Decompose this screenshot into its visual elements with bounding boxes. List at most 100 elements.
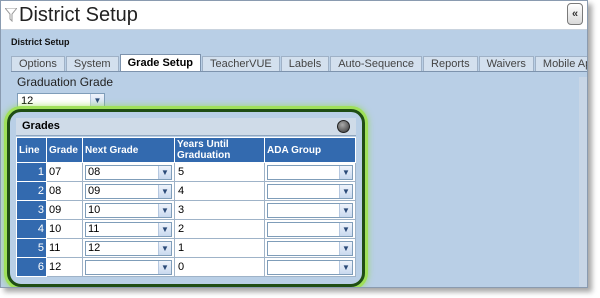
next-grade-cell: ▼ bbox=[82, 257, 175, 277]
grades-title: Grades bbox=[22, 120, 60, 132]
grades-table: Line Grade Next Grade Years Until Gradua… bbox=[16, 137, 356, 277]
next-grade-select[interactable]: 10 ▼ bbox=[85, 203, 172, 218]
scrollbar-track[interactable] bbox=[579, 77, 587, 287]
chevron-down-icon[interactable]: ▼ bbox=[158, 223, 171, 236]
line-number: 4 bbox=[16, 219, 47, 239]
column-header-line: Line bbox=[16, 137, 47, 163]
next-grade-select[interactable]: ▼ bbox=[85, 260, 172, 275]
line-number: 1 bbox=[16, 162, 47, 182]
table-row: 6 12 ▼ 0 ▼ bbox=[16, 257, 356, 277]
line-number: 2 bbox=[16, 181, 47, 201]
column-header-years-until-graduation: Years Until Graduation bbox=[174, 137, 265, 163]
graduation-grade-value: 12 bbox=[21, 95, 34, 107]
chevron-down-icon[interactable]: ▼ bbox=[158, 185, 171, 198]
chevron-down-icon[interactable]: ▼ bbox=[158, 166, 171, 179]
years-cell: 4 bbox=[174, 181, 265, 201]
graduation-grade-label: Graduation Grade bbox=[17, 75, 114, 89]
table-header-row: Line Grade Next Grade Years Until Gradua… bbox=[16, 137, 356, 163]
ada-group-select[interactable]: ▼ bbox=[267, 222, 353, 237]
tab-mobile-apps[interactable]: Mobile Apps bbox=[534, 56, 587, 72]
years-cell: 2 bbox=[174, 219, 265, 239]
grade-cell: 12 bbox=[46, 257, 83, 277]
district-setup-window: District Setup « District Setup Options … bbox=[0, 0, 588, 288]
tab-options[interactable]: Options bbox=[11, 56, 65, 72]
section-subtitle: District Setup bbox=[11, 37, 70, 47]
column-header-grade: Grade bbox=[46, 137, 83, 163]
chevron-down-icon[interactable]: ▼ bbox=[339, 223, 352, 236]
years-cell: 1 bbox=[174, 238, 265, 258]
filter-icon[interactable] bbox=[5, 8, 17, 22]
next-grade-cell: 12 ▼ bbox=[82, 238, 175, 258]
line-number: 3 bbox=[16, 200, 47, 220]
chevron-down-icon[interactable]: ▼ bbox=[158, 242, 171, 255]
tab-teachervue[interactable]: TeacherVUE bbox=[202, 56, 280, 72]
next-grade-cell: 10 ▼ bbox=[82, 200, 175, 220]
tab-labels[interactable]: Labels bbox=[280, 56, 330, 72]
next-grade-value: 08 bbox=[88, 166, 101, 178]
ada-group-select[interactable]: ▼ bbox=[267, 241, 353, 256]
next-grade-select[interactable]: 11 ▼ bbox=[85, 222, 172, 237]
tab-system[interactable]: System bbox=[65, 56, 119, 72]
chevron-down-icon[interactable]: ▼ bbox=[339, 242, 352, 255]
ada-group-cell: ▼ bbox=[264, 257, 356, 277]
collapse-circle-icon[interactable] bbox=[337, 120, 350, 133]
tab-reports[interactable]: Reports bbox=[423, 56, 478, 72]
line-number: 6 bbox=[16, 257, 47, 277]
years-until-graduation-input[interactable]: 3 bbox=[176, 201, 263, 219]
grades-panel-header: Grades bbox=[16, 118, 356, 136]
years-cell: 3 bbox=[174, 200, 265, 220]
table-row: 3 09 10 ▼ 3 ▼ bbox=[16, 200, 356, 220]
grades-panel: Grades Line Grade Next Grade Years Until… bbox=[7, 109, 365, 287]
column-header-ada-group: ADA Group bbox=[264, 137, 356, 163]
table-row: 2 08 09 ▼ 4 ▼ bbox=[16, 181, 356, 201]
tab-grade-setup[interactable]: Grade Setup bbox=[119, 54, 202, 72]
graduation-grade-select[interactable]: 12 ▼ bbox=[17, 93, 105, 109]
ada-group-select[interactable]: ▼ bbox=[267, 260, 353, 275]
chevron-down-icon[interactable]: ▼ bbox=[158, 261, 171, 274]
ada-group-cell: ▼ bbox=[264, 219, 356, 239]
grade-cell: 07 bbox=[46, 162, 83, 182]
years-until-graduation-input[interactable]: 2 bbox=[176, 220, 263, 238]
tab-bar: Options System Grade Setup TeacherVUE La… bbox=[11, 54, 587, 72]
next-grade-select[interactable]: 09 ▼ bbox=[85, 184, 172, 199]
next-grade-cell: 09 ▼ bbox=[82, 181, 175, 201]
chevron-down-icon[interactable]: ▼ bbox=[90, 94, 104, 108]
table-row: 5 11 12 ▼ 1 ▼ bbox=[16, 238, 356, 258]
next-grade-value: 09 bbox=[88, 185, 101, 197]
title-bar: District Setup « bbox=[1, 1, 587, 30]
grade-cell: 09 bbox=[46, 200, 83, 220]
chevron-down-icon[interactable]: ▼ bbox=[339, 166, 352, 179]
ada-group-cell: ▼ bbox=[264, 200, 356, 220]
chevron-down-icon[interactable]: ▼ bbox=[339, 185, 352, 198]
ada-group-select[interactable]: ▼ bbox=[267, 184, 353, 199]
ada-group-cell: ▼ bbox=[264, 181, 356, 201]
tab-divider bbox=[11, 71, 587, 72]
table-row: 1 07 08 ▼ 5 ▼ bbox=[16, 162, 356, 182]
next-grade-value: 11 bbox=[88, 223, 100, 235]
ada-group-cell: ▼ bbox=[264, 238, 356, 258]
next-grade-select[interactable]: 08 ▼ bbox=[85, 165, 172, 180]
grade-cell: 10 bbox=[46, 219, 83, 239]
line-number: 5 bbox=[16, 238, 47, 258]
ada-group-cell: ▼ bbox=[264, 162, 356, 182]
tab-waivers[interactable]: Waivers bbox=[478, 56, 534, 72]
ada-group-select[interactable]: ▼ bbox=[267, 203, 353, 218]
grade-cell: 08 bbox=[46, 181, 83, 201]
page-title: District Setup bbox=[19, 4, 138, 26]
next-grade-value: 10 bbox=[88, 204, 101, 216]
grade-cell: 11 bbox=[46, 238, 83, 258]
ada-group-select[interactable]: ▼ bbox=[267, 165, 353, 180]
next-grade-cell: 11 ▼ bbox=[82, 219, 175, 239]
years-cell: 5 bbox=[174, 162, 265, 182]
chevron-down-icon[interactable]: ▼ bbox=[339, 204, 352, 217]
years-until-graduation-input[interactable]: 5 bbox=[176, 163, 263, 181]
years-until-graduation-input[interactable]: 1 bbox=[176, 239, 263, 257]
years-until-graduation-input[interactable]: 0 bbox=[176, 258, 263, 276]
years-cell: 0 bbox=[174, 257, 265, 277]
chevron-down-icon[interactable]: ▼ bbox=[158, 204, 171, 217]
tab-auto-sequence[interactable]: Auto-Sequence bbox=[330, 56, 423, 72]
years-until-graduation-input[interactable]: 4 bbox=[176, 182, 263, 200]
next-grade-select[interactable]: 12 ▼ bbox=[85, 241, 172, 256]
collapse-panel-button[interactable]: « bbox=[567, 3, 583, 25]
chevron-down-icon[interactable]: ▼ bbox=[339, 261, 352, 274]
